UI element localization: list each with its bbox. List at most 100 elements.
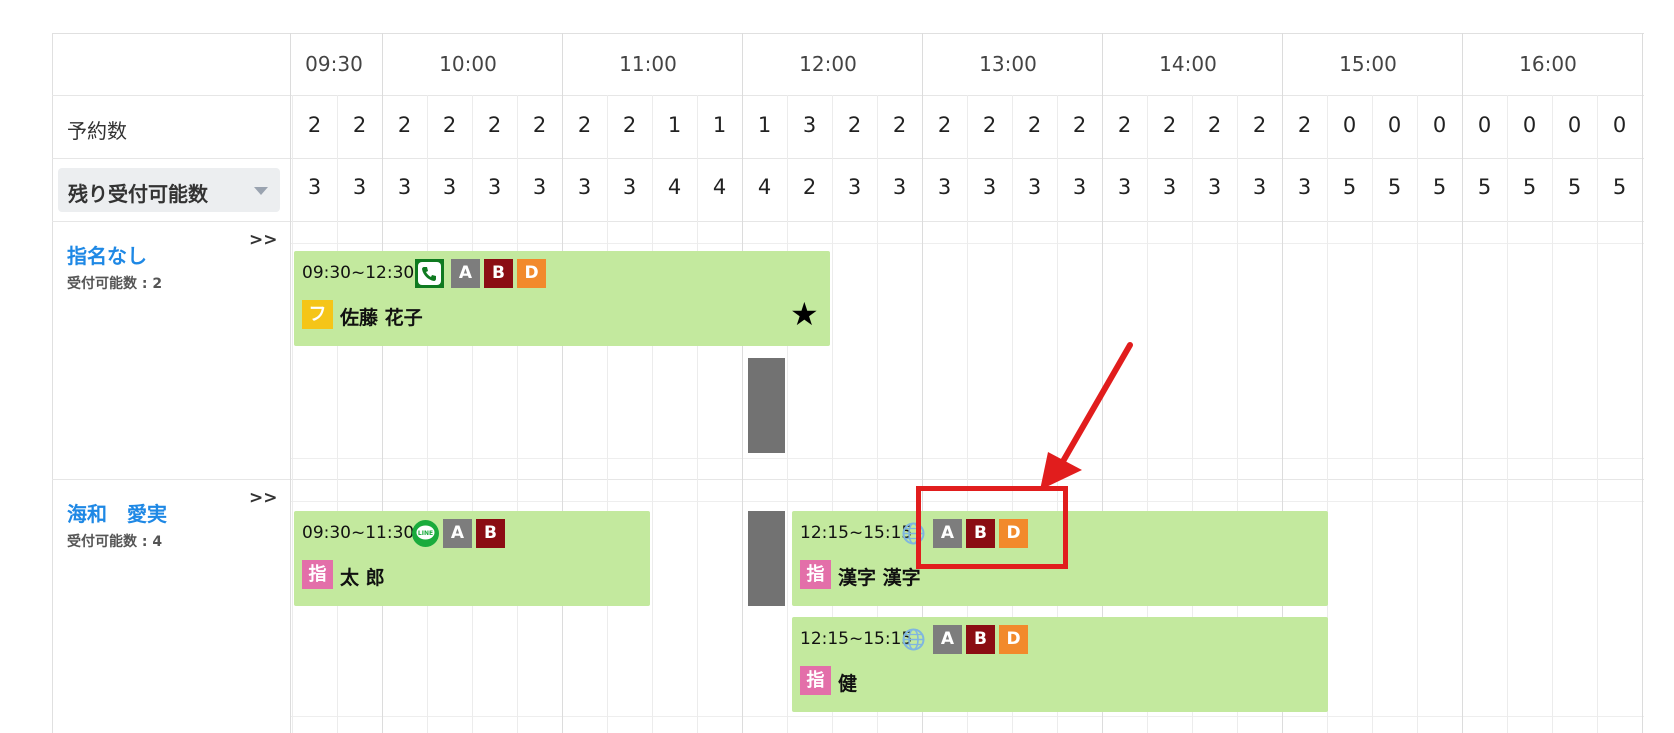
appointment-card[interactable]: 09:30~12:30 A B D フ 佐藤 花子 ★ bbox=[294, 251, 830, 346]
staff-name[interactable]: 指名なし bbox=[67, 240, 147, 269]
count-cell: 3 bbox=[307, 175, 322, 199]
count-cell: 3 bbox=[487, 175, 502, 199]
count-cell: 5 bbox=[1432, 175, 1447, 199]
count-cell: 3 bbox=[1162, 175, 1177, 199]
tag-badge: 指 bbox=[800, 666, 831, 695]
expand-button[interactable]: >> bbox=[249, 230, 278, 250]
blocked-slot[interactable] bbox=[748, 358, 785, 453]
appointment-time: 12:15~15:15 bbox=[800, 629, 913, 649]
time-label: 09:30 bbox=[305, 52, 363, 76]
count-cell: 2 bbox=[982, 113, 997, 137]
time-label: 14:00 bbox=[1159, 52, 1217, 76]
remaining-label: 残り受付可能数 bbox=[68, 182, 208, 206]
star-icon[interactable]: ★ bbox=[790, 295, 819, 333]
time-label: 12:00 bbox=[799, 52, 857, 76]
count-cell: 3 bbox=[892, 175, 907, 199]
appointment-card[interactable]: 12:15~15:15 A B D 指 健 bbox=[792, 617, 1328, 712]
count-cell: 2 bbox=[892, 113, 907, 137]
count-cell: 3 bbox=[1027, 175, 1042, 199]
count-cell: 3 bbox=[1207, 175, 1222, 199]
count-cell: 2 bbox=[1117, 113, 1132, 137]
count-cell: 5 bbox=[1567, 175, 1582, 199]
caret-down-icon bbox=[254, 187, 268, 195]
count-cell: 0 bbox=[1477, 113, 1492, 137]
badge-d: D bbox=[517, 259, 546, 288]
count-cell: 2 bbox=[532, 113, 547, 137]
count-cell: 3 bbox=[397, 175, 412, 199]
count-cell: 3 bbox=[1072, 175, 1087, 199]
count-cell: 3 bbox=[532, 175, 547, 199]
count-cell: 2 bbox=[307, 113, 322, 137]
count-cell: 3 bbox=[937, 175, 952, 199]
count-cell: 4 bbox=[712, 175, 727, 199]
count-cell: 2 bbox=[622, 113, 637, 137]
staff-capacity: 受付可能数 : 4 bbox=[67, 534, 163, 550]
badge-b: B bbox=[966, 625, 995, 654]
svg-text:LINE: LINE bbox=[418, 530, 433, 537]
blocked-slot[interactable] bbox=[748, 511, 785, 606]
appointment-time: 09:30~12:30 bbox=[302, 263, 415, 283]
count-cell: 5 bbox=[1477, 175, 1492, 199]
count-cell: 5 bbox=[1342, 175, 1357, 199]
badge-a: A bbox=[443, 519, 472, 548]
count-cell: 5 bbox=[1387, 175, 1402, 199]
appointment-card[interactable]: 09:30~11:30 LINE A B 指 太 郎 bbox=[294, 511, 650, 606]
tag-badge: 指 bbox=[302, 560, 333, 589]
count-cell: 2 bbox=[577, 113, 592, 137]
customer-name: 健 bbox=[838, 673, 858, 695]
count-cell: 3 bbox=[847, 175, 862, 199]
count-cell: 4 bbox=[757, 175, 772, 199]
time-label: 16:00 bbox=[1519, 52, 1577, 76]
count-cell: 2 bbox=[847, 113, 862, 137]
globe-icon bbox=[900, 626, 927, 653]
count-cell: 0 bbox=[1612, 113, 1627, 137]
tag-badge: 指 bbox=[800, 560, 831, 589]
phone-icon bbox=[415, 259, 444, 288]
annotation-arrow-icon bbox=[1040, 342, 1133, 490]
count-cell: 2 bbox=[397, 113, 412, 137]
count-cell: 2 bbox=[487, 113, 502, 137]
count-cell: 3 bbox=[802, 113, 817, 137]
count-cell: 3 bbox=[1297, 175, 1312, 199]
count-cell: 2 bbox=[352, 113, 367, 137]
count-cell: 0 bbox=[1567, 113, 1582, 137]
count-cell: 2 bbox=[802, 175, 817, 199]
count-cell: 2 bbox=[1207, 113, 1222, 137]
reservations-label: 予約数 bbox=[67, 119, 127, 143]
count-cell: 3 bbox=[1252, 175, 1267, 199]
count-cell: 1 bbox=[757, 113, 772, 137]
time-label: 10:00 bbox=[439, 52, 497, 76]
line-icon: LINE bbox=[412, 520, 439, 547]
count-cell: 0 bbox=[1387, 113, 1402, 137]
count-cell: 2 bbox=[1162, 113, 1177, 137]
count-cell: 0 bbox=[1522, 113, 1537, 137]
expand-button[interactable]: >> bbox=[249, 488, 278, 508]
count-cell: 4 bbox=[667, 175, 682, 199]
customer-name: 漢字 漢字 bbox=[838, 567, 921, 589]
count-cell: 3 bbox=[1117, 175, 1132, 199]
staff-name[interactable]: 海和 愛実 bbox=[67, 498, 167, 527]
count-cell: 2 bbox=[1027, 113, 1042, 137]
count-cell: 3 bbox=[622, 175, 637, 199]
count-cell: 0 bbox=[1432, 113, 1447, 137]
customer-name: 佐藤 花子 bbox=[340, 307, 423, 329]
tag-badge: フ bbox=[302, 300, 333, 329]
count-cell: 5 bbox=[1612, 175, 1627, 199]
count-cell: 2 bbox=[442, 113, 457, 137]
badge-a: A bbox=[933, 625, 962, 654]
badge-a: A bbox=[451, 259, 480, 288]
count-cell: 2 bbox=[1297, 113, 1312, 137]
time-label: 11:00 bbox=[619, 52, 677, 76]
count-cell: 0 bbox=[1342, 113, 1357, 137]
badge-d: D bbox=[999, 625, 1028, 654]
count-cell: 3 bbox=[442, 175, 457, 199]
count-cell: 2 bbox=[1252, 113, 1267, 137]
customer-name: 太 郎 bbox=[340, 567, 385, 589]
count-cell: 5 bbox=[1522, 175, 1537, 199]
badge-b: B bbox=[476, 519, 505, 548]
count-cell: 3 bbox=[352, 175, 367, 199]
count-cell: 2 bbox=[937, 113, 952, 137]
remaining-dropdown[interactable]: 残り受付可能数 bbox=[58, 168, 280, 212]
time-label: 15:00 bbox=[1339, 52, 1397, 76]
count-cell: 1 bbox=[712, 113, 727, 137]
